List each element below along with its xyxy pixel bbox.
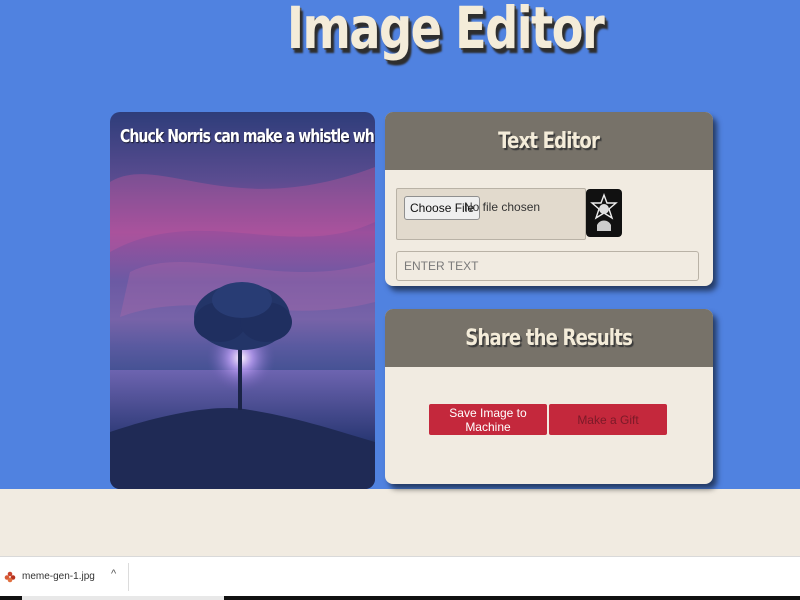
- meme-caption: Chuck Norris can make a whistle whistle: [120, 126, 375, 147]
- save-image-button[interactable]: Save Image to Machine: [429, 404, 547, 435]
- meme-image: [110, 167, 375, 489]
- make-gift-button[interactable]: Make a Gift: [549, 404, 667, 435]
- share-header: Share the Results: [385, 309, 713, 367]
- page-title: Image Editor: [286, 0, 605, 62]
- file-status-text: No file chosen: [464, 200, 541, 214]
- meme-preview: Chuck Norris can make a whistle whistle: [110, 112, 375, 489]
- text-editor-header: Text Editor: [385, 112, 713, 170]
- download-filename[interactable]: meme-gen-1.jpg: [22, 571, 95, 582]
- text-editor-title: Text Editor: [498, 128, 600, 154]
- image-file-icon: [4, 571, 16, 583]
- bottom-strip-segment: [22, 596, 224, 600]
- chuck-norris-thumbnail: [586, 189, 622, 237]
- share-card: Share the Results Save Image to Machine …: [385, 309, 713, 484]
- text-input[interactable]: [396, 251, 699, 281]
- bottom-strip: [0, 596, 800, 600]
- download-bar: meme-gen-1.jpg ^: [0, 556, 800, 597]
- download-divider: [128, 563, 129, 591]
- chevron-up-icon[interactable]: ^: [111, 568, 116, 580]
- text-editor-card: Text Editor Choose File No file chosen: [385, 112, 713, 286]
- file-upload-field[interactable]: Choose File No file chosen: [396, 188, 586, 240]
- share-title: Share the Results: [465, 325, 634, 351]
